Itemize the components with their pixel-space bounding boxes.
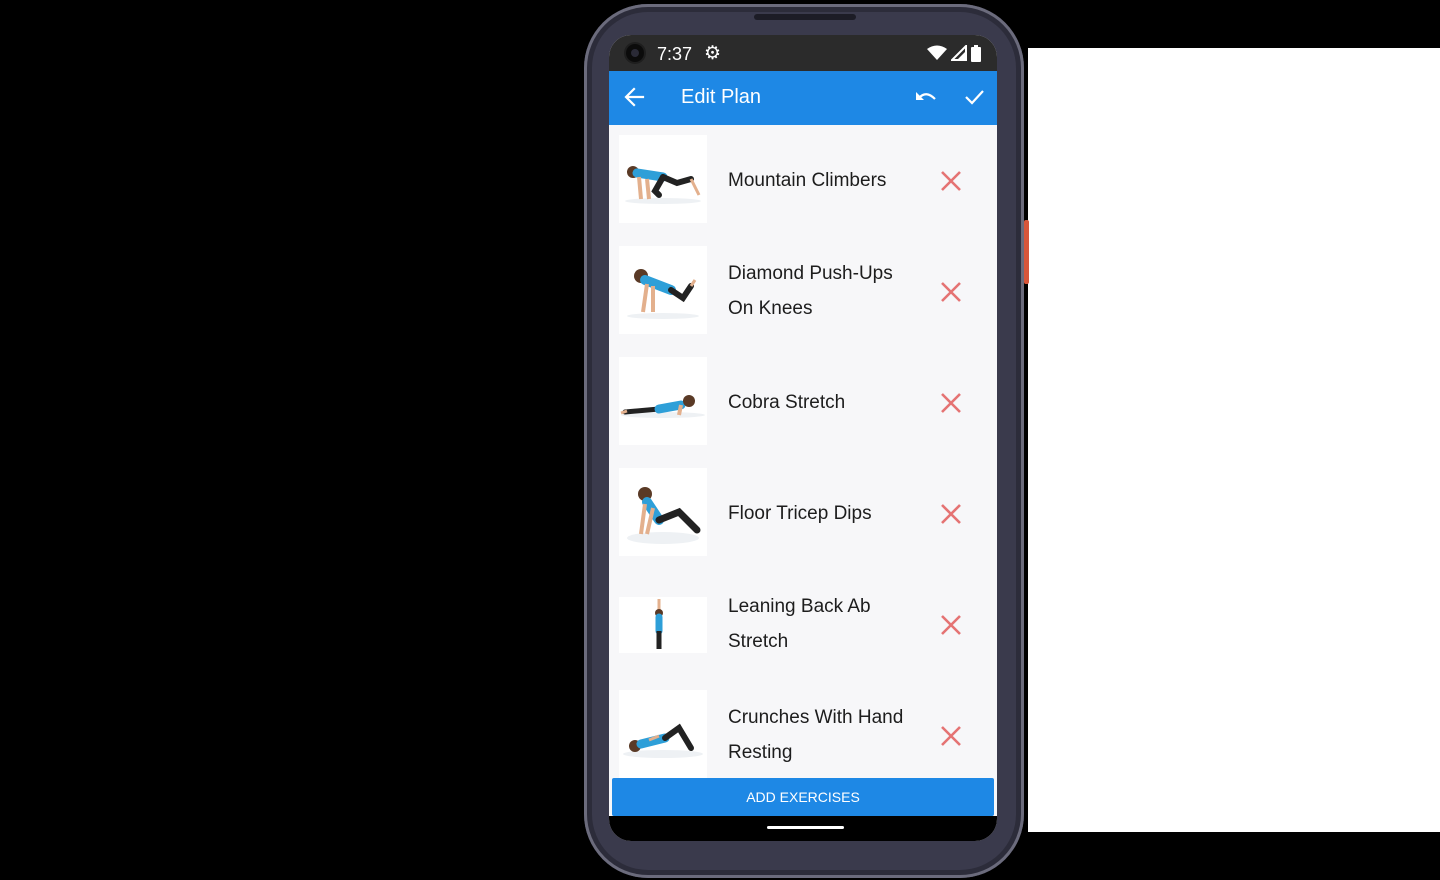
exercise-list: Mountain Climbers Diamond Push-Ups On Kn…: [609, 125, 997, 779]
gear-icon: ⚙: [704, 43, 722, 64]
exercise-row[interactable]: Crunches With Hand Resting: [609, 680, 997, 779]
remove-x-icon[interactable]: [939, 502, 963, 526]
add-exercises-button[interactable]: ADD EXERCISES: [612, 778, 994, 816]
exercise-name: Mountain Climbers: [728, 169, 887, 191]
remove-x-icon[interactable]: [939, 724, 963, 748]
undo-icon[interactable]: [914, 87, 938, 107]
remove-x-icon[interactable]: [939, 280, 963, 304]
app-bar: Edit Plan: [609, 71, 997, 125]
exercise-name: Diamond Push-Ups On Knees: [728, 263, 893, 319]
exercise-row[interactable]: Cobra Stretch: [609, 347, 997, 458]
status-time: 7:37: [657, 44, 693, 64]
exercise-image: [619, 246, 707, 334]
phone-earpiece: [754, 14, 856, 20]
front-camera: [626, 44, 644, 62]
home-indicator[interactable]: [767, 826, 844, 829]
exercise-name: Floor Tricep Dips: [728, 502, 872, 524]
page-background: [1028, 48, 1440, 832]
exercise-image: [619, 597, 707, 653]
remove-x-icon[interactable]: [939, 169, 963, 193]
exercise-name: Leaning Back Ab Stretch: [728, 596, 871, 652]
phone-screen: 7:37 ⚙ Edit Plan Mountain Climbers Diamo…: [609, 35, 997, 841]
back-arrow-icon[interactable]: [623, 86, 645, 108]
status-bar: 7:37 ⚙: [609, 35, 997, 71]
exercise-image: [619, 135, 707, 223]
signal-icon: [951, 45, 967, 61]
check-icon[interactable]: [963, 86, 985, 108]
exercise-image: [619, 690, 707, 778]
battery-icon: [971, 44, 981, 62]
exercise-image: [619, 468, 707, 556]
phone-side-button: [1024, 220, 1029, 284]
system-icons: [927, 44, 981, 62]
exercise-name: Crunches With Hand Resting: [728, 707, 904, 763]
wifi-icon: [927, 45, 947, 60]
remove-x-icon[interactable]: [939, 391, 963, 415]
page-title: Edit Plan: [681, 86, 762, 108]
exercise-row[interactable]: Diamond Push-Ups On Knees: [609, 236, 997, 347]
exercise-row[interactable]: Floor Tricep Dips: [609, 458, 997, 569]
remove-x-icon[interactable]: [939, 613, 963, 637]
exercise-name: Cobra Stretch: [728, 391, 846, 413]
exercise-image: [619, 357, 707, 445]
exercise-row[interactable]: Leaning Back Ab Stretch: [609, 569, 997, 680]
exercise-row[interactable]: Mountain Climbers: [609, 125, 997, 236]
